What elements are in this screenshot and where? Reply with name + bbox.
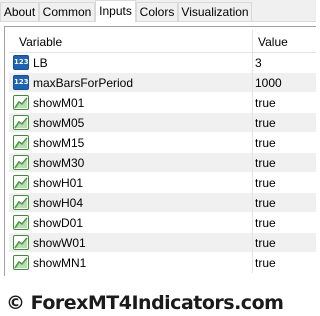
boolean-icon bbox=[13, 155, 29, 170]
table-body: 123 LB 3 123 maxBarsForPeriod 1000 showM01 true… bbox=[9, 53, 316, 273]
column-separator bbox=[252, 193, 253, 213]
variable-name: maxBarsForPeriod bbox=[33, 76, 134, 90]
boolean-icon bbox=[13, 175, 29, 190]
tab-colors[interactable]: Colors bbox=[136, 2, 178, 21]
boolean-icon bbox=[13, 135, 29, 150]
variable-value[interactable]: true bbox=[255, 236, 276, 250]
boolean-icon bbox=[13, 255, 29, 270]
table-row[interactable]: showD01 true bbox=[9, 213, 316, 233]
column-separator bbox=[252, 253, 253, 273]
column-separator bbox=[252, 113, 253, 133]
variable-name: LB bbox=[33, 56, 48, 70]
column-separator bbox=[252, 233, 253, 253]
variable-name: showM30 bbox=[33, 156, 85, 170]
boolean-icon bbox=[13, 95, 29, 110]
variable-name: showD01 bbox=[33, 216, 84, 230]
table-row[interactable]: showM05 true bbox=[9, 113, 316, 133]
variable-name: showM15 bbox=[33, 136, 85, 150]
variable-value[interactable]: true bbox=[255, 136, 276, 150]
tab-about[interactable]: About bbox=[0, 2, 39, 21]
variable-value[interactable]: true bbox=[255, 116, 276, 130]
table-row[interactable]: showH01 true bbox=[9, 173, 316, 193]
variable-value[interactable]: 3 bbox=[255, 56, 262, 70]
column-separator bbox=[252, 153, 253, 173]
column-separator bbox=[252, 173, 253, 193]
table-row[interactable]: showM15 true bbox=[9, 133, 316, 153]
variable-value[interactable]: true bbox=[255, 176, 276, 190]
watermark: © ForexMT4Indicators.com bbox=[6, 292, 284, 314]
table-row[interactable]: showMN1 true bbox=[9, 253, 316, 273]
variable-value[interactable]: true bbox=[255, 216, 276, 230]
table-row[interactable]: showW01 true bbox=[9, 233, 316, 253]
tab-common[interactable]: Common bbox=[39, 2, 95, 21]
tab-inputs[interactable]: Inputs bbox=[95, 0, 136, 22]
tab-visualization[interactable]: Visualization bbox=[178, 2, 252, 21]
table-row[interactable]: showM30 true bbox=[9, 153, 316, 173]
variable-value[interactable]: 1000 bbox=[255, 76, 282, 90]
integer-icon: 123 bbox=[13, 75, 29, 90]
column-header-value[interactable]: Value bbox=[258, 35, 288, 49]
column-separator bbox=[252, 53, 253, 73]
column-separator[interactable] bbox=[252, 30, 253, 52]
variable-name: showH04 bbox=[33, 196, 84, 210]
column-separator bbox=[252, 213, 253, 233]
table-row[interactable]: showH04 true bbox=[9, 193, 316, 213]
column-separator bbox=[252, 133, 253, 153]
column-separator bbox=[252, 93, 253, 113]
table-row[interactable]: showM01 true bbox=[9, 93, 316, 113]
boolean-icon bbox=[13, 235, 29, 250]
variable-value[interactable]: true bbox=[255, 156, 276, 170]
boolean-icon bbox=[13, 215, 29, 230]
variable-name: showW01 bbox=[33, 236, 86, 250]
variable-name: showM05 bbox=[33, 116, 85, 130]
table-row[interactable]: 123 LB 3 bbox=[9, 53, 316, 73]
tab-strip-divider bbox=[0, 21, 316, 22]
boolean-icon bbox=[13, 195, 29, 210]
variable-name: showMN1 bbox=[33, 256, 87, 270]
variable-value[interactable]: true bbox=[255, 96, 276, 110]
column-header-variable[interactable]: Variable bbox=[19, 35, 62, 49]
inputs-table: Variable Value 123 LB 3 123 maxBarsForPeriod… bbox=[9, 30, 316, 273]
column-separator bbox=[252, 73, 253, 93]
integer-icon: 123 bbox=[13, 55, 29, 70]
table-header: Variable Value bbox=[9, 30, 316, 53]
variable-name: showM01 bbox=[33, 96, 85, 110]
tab-strip: About Common Inputs Colors Visualization bbox=[0, 0, 316, 22]
boolean-icon bbox=[13, 115, 29, 130]
variable-value[interactable]: true bbox=[255, 196, 276, 210]
variable-name: showH01 bbox=[33, 176, 84, 190]
variable-value[interactable]: true bbox=[255, 256, 276, 270]
table-row[interactable]: 123 maxBarsForPeriod 1000 bbox=[9, 73, 316, 93]
